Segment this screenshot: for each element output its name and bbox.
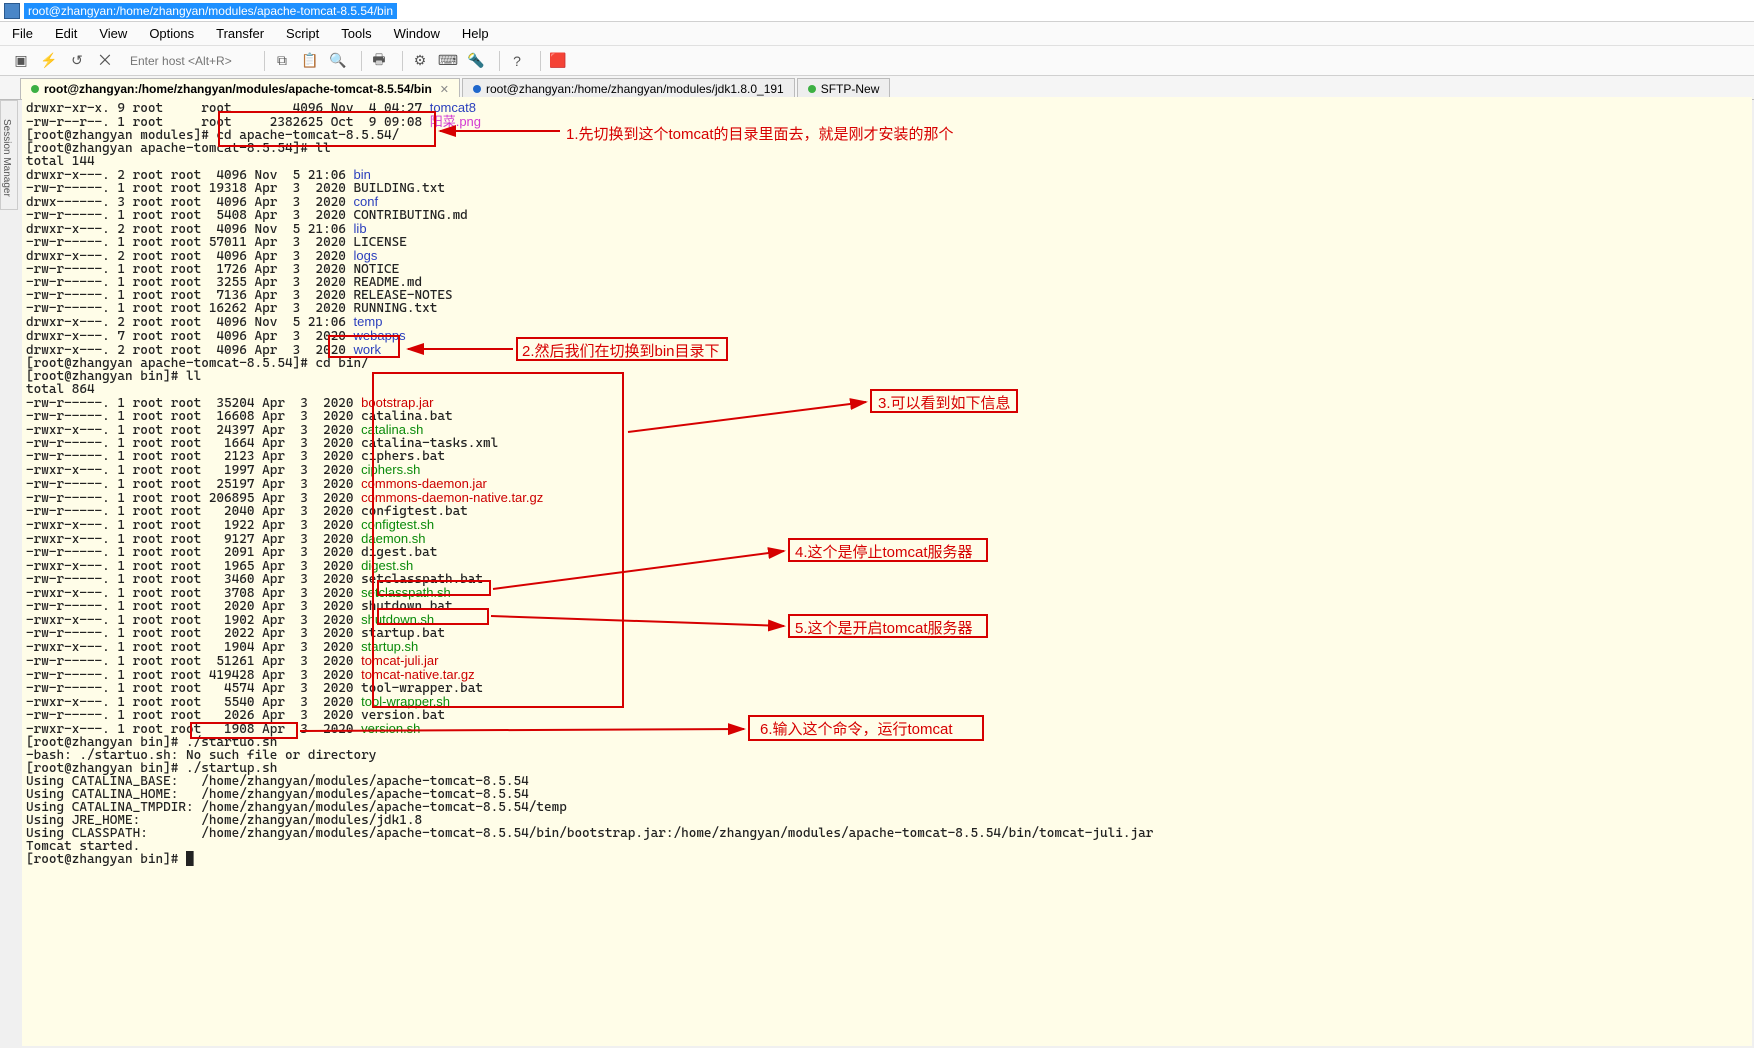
tab-2[interactable]: root@zhangyan:/home/zhangyan/modules/jdk… [462,78,795,99]
menu-help[interactable]: Help [462,26,489,41]
annot-label-4: 4.这个是停止tomcat服务器 [795,541,973,562]
status-dot-icon [808,85,816,93]
xwin-icon[interactable]: 🟥 [547,50,569,72]
tab-1-label: root@zhangyan:/home/zhangyan/modules/apa… [44,82,432,96]
menu-file[interactable]: File [12,26,33,41]
tab-3[interactable]: SFTP-New [797,78,891,99]
status-dot-icon [31,85,39,93]
menu-transfer[interactable]: Transfer [216,26,264,41]
disconnect-icon[interactable]: ⨉ [94,50,116,72]
highlight-icon[interactable]: 🔦 [465,50,487,72]
toolbar-sep [264,51,265,71]
window-title: root@zhangyan:/home/zhangyan/modules/apa… [24,3,397,19]
window-titlebar: root@zhangyan:/home/zhangyan/modules/apa… [0,0,1754,22]
tab-2-label: root@zhangyan:/home/zhangyan/modules/jdk… [486,82,784,96]
annot-label-5: 5.这个是开启tomcat服务器 [795,617,973,638]
tab-1[interactable]: root@zhangyan:/home/zhangyan/modules/apa… [20,78,460,99]
menu-script[interactable]: Script [286,26,319,41]
settings-icon[interactable]: ⚙ [409,50,431,72]
tab-3-label: SFTP-New [821,82,880,96]
menu-view[interactable]: View [99,26,127,41]
session-manager-pane[interactable]: Session Manager [0,100,18,210]
menubar: File Edit View Options Transfer Script T… [0,22,1754,46]
host-input[interactable] [130,54,250,68]
copy-icon[interactable]: ⧉ [271,50,293,72]
terminal-output[interactable]: drwxr-xr-x. 9 root root 4096 Nov 4 04:27… [22,97,1752,1046]
reconnect-icon[interactable]: ↺ [66,50,88,72]
status-dot-icon [473,85,481,93]
keyboard-icon[interactable]: ⌨ [437,50,459,72]
paste-icon[interactable]: 📋 [299,50,321,72]
menu-window[interactable]: Window [394,26,440,41]
find-icon[interactable]: 🔍 [327,50,349,72]
annot-label-6: 6.输入这个命令，运行tomcat [760,718,953,739]
help-icon[interactable]: ? [506,50,528,72]
toolbar: ▣ ⚡ ↺ ⨉ ⧉ 📋 🔍 🖶 ⚙ ⌨ 🔦 ? 🟥 [0,46,1754,76]
quick-connect-icon[interactable]: ⚡ [38,50,60,72]
session-icon[interactable]: ▣ [10,50,32,72]
menu-edit[interactable]: Edit [55,26,77,41]
annot-label-1: 1.先切换到这个tomcat的目录里面去，就是刚才安装的那个 [566,123,954,144]
annot-label-2: 2.然后我们在切换到bin目录下 [522,340,720,361]
menu-options[interactable]: Options [149,26,194,41]
app-icon [4,3,20,19]
annot-label-3: 3.可以看到如下信息 [878,392,1011,413]
menu-tools[interactable]: Tools [341,26,371,41]
close-icon[interactable]: ✕ [440,83,449,96]
print-icon[interactable]: 🖶 [368,50,390,72]
